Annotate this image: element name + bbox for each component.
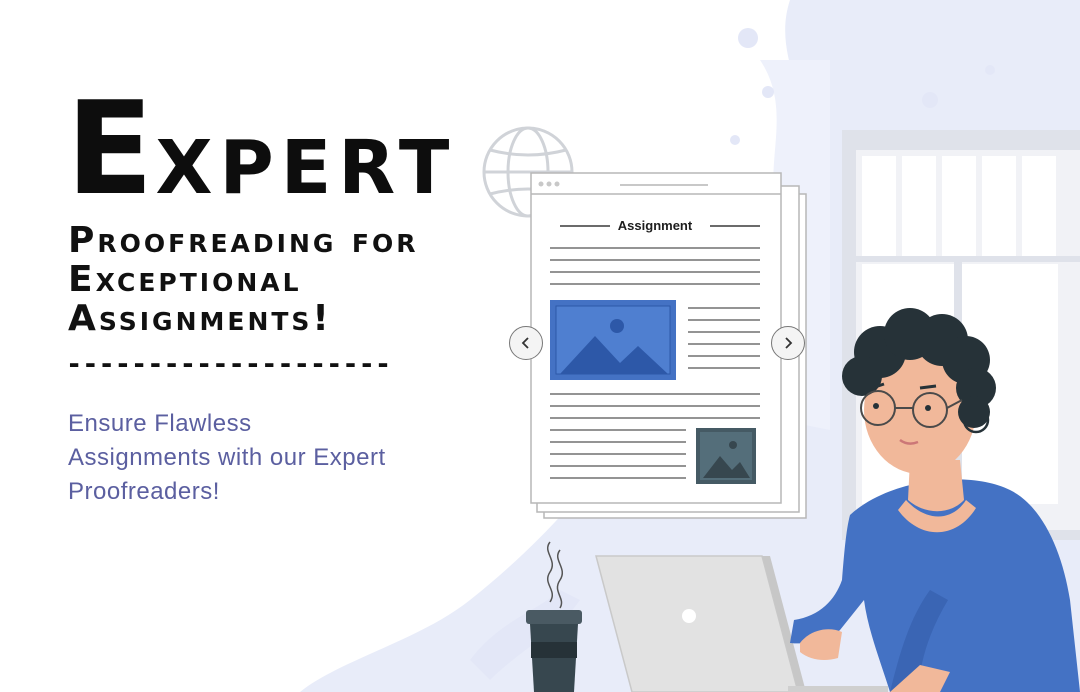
carousel-prev-button[interactable]	[509, 326, 543, 360]
image-icon-small	[696, 428, 756, 484]
divider-line: --------------------	[66, 349, 392, 380]
image-icon	[550, 300, 676, 380]
person-illustration	[790, 308, 1080, 692]
coffee-cup-icon	[526, 541, 582, 692]
hero-banner: Assignment EXPERT Proofreading for Excep…	[0, 0, 1080, 692]
tagline: Ensure Flawless Assignments with our Exp…	[68, 410, 386, 505]
headline-first-letter: E	[66, 75, 156, 224]
chevron-left-icon	[521, 337, 529, 349]
headline-rest: xpert	[155, 125, 457, 211]
document-title: Assignment	[617, 218, 693, 233]
headline-expert: Expert	[66, 86, 456, 214]
subheading: Proofreading for Exceptional Assignments…	[68, 220, 419, 339]
